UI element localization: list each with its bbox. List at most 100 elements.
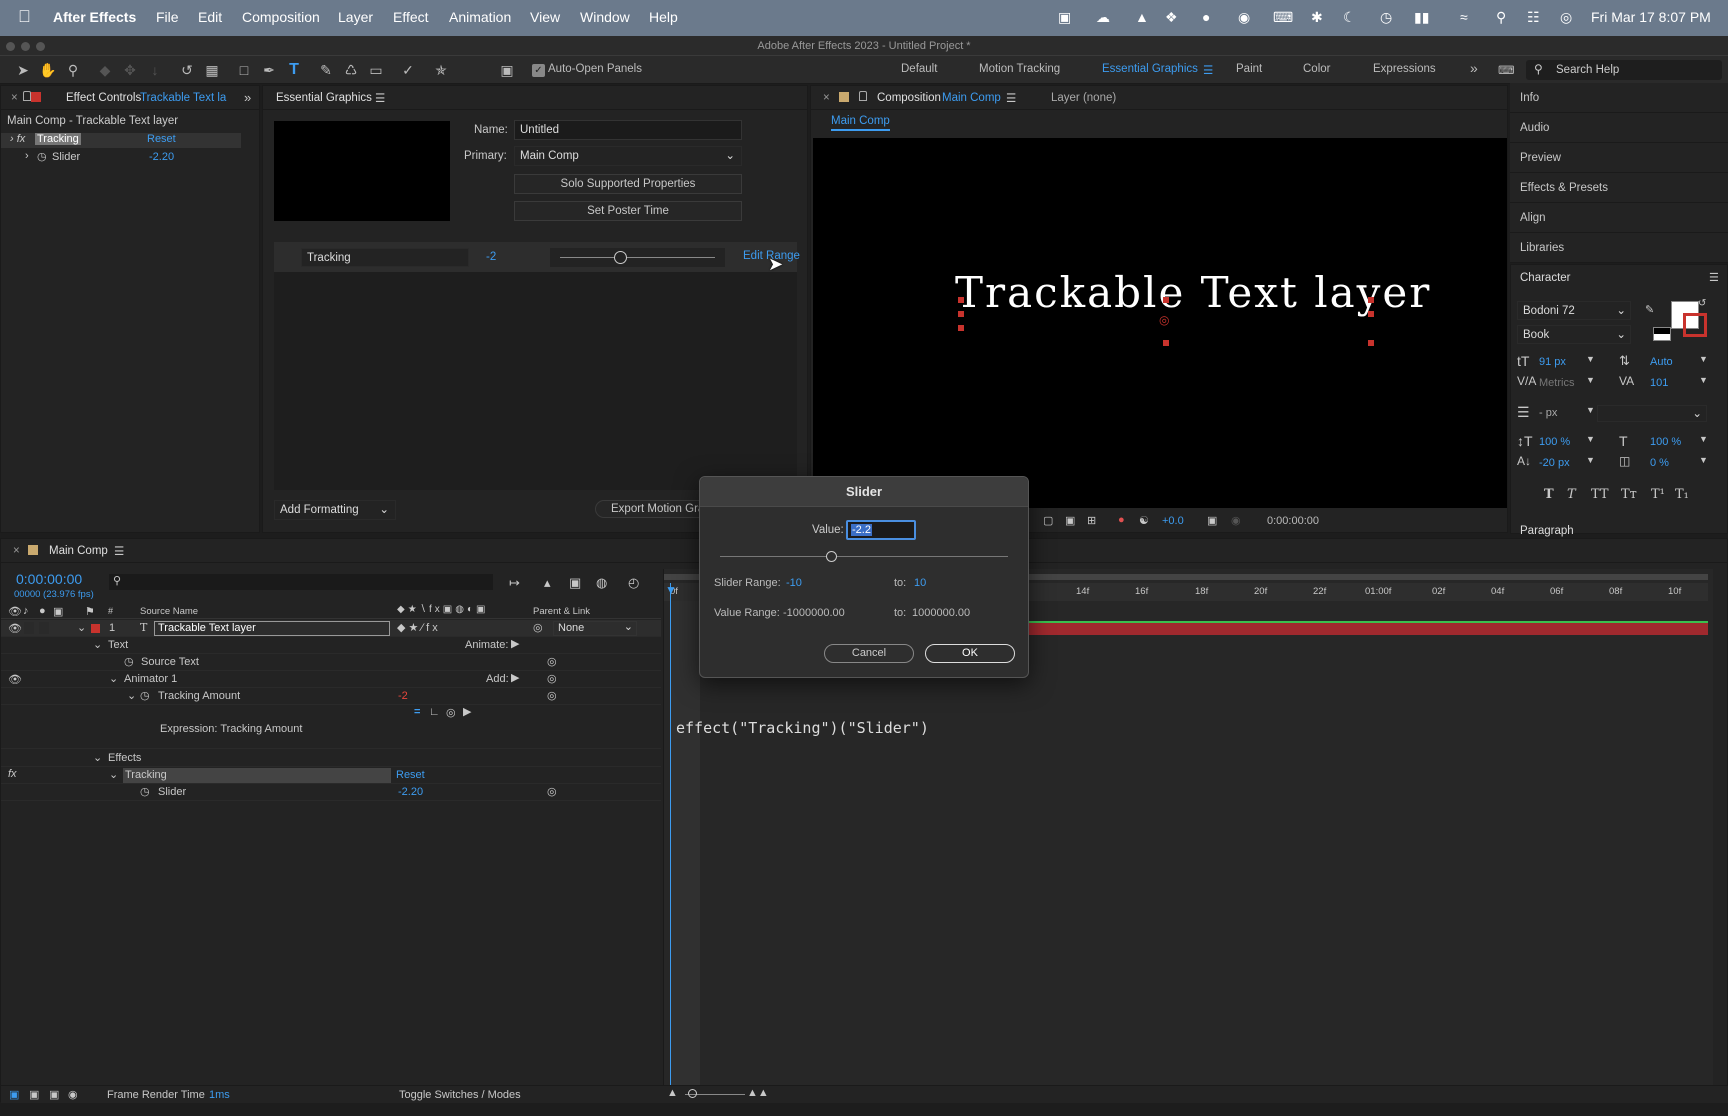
selection-tool-icon[interactable]: ➤ xyxy=(14,61,32,79)
dialog-slider-track[interactable] xyxy=(720,556,1008,557)
menu-effect[interactable]: Effect xyxy=(393,9,429,25)
workspace-expressions[interactable]: Expressions xyxy=(1373,63,1436,75)
window-zoom-button[interactable] xyxy=(36,42,45,51)
expand-collapse-icon[interactable]: ▣ xyxy=(29,1088,39,1101)
window-close-button[interactable] xyxy=(6,42,15,51)
workspace-color[interactable]: Color xyxy=(1303,63,1330,75)
audio-panel-tab[interactable]: Audio xyxy=(1510,113,1728,143)
fx-toggle-icon[interactable]: fx xyxy=(8,768,17,780)
grammarly-icon[interactable]: ◉ xyxy=(1238,9,1250,26)
menu-help[interactable]: Help xyxy=(649,9,678,25)
subscript-button[interactable]: T₁ xyxy=(1675,487,1689,502)
pan-tool-icon[interactable]: ✥ xyxy=(121,61,139,79)
export-motion-graphics-button[interactable]: Export Motion Gra xyxy=(595,500,715,518)
stopwatch-icon[interactable]: ◷ xyxy=(37,150,47,163)
expression-graph-icon[interactable]: ∟ xyxy=(429,706,440,718)
menu-edit[interactable]: Edit xyxy=(198,9,222,25)
expand-icon[interactable]: ⌄ xyxy=(109,768,118,781)
rectangle-tool-icon[interactable]: □ xyxy=(235,61,253,79)
window-minimize-button[interactable] xyxy=(21,42,30,51)
layer-name[interactable]: Trackable Text layer xyxy=(154,621,390,636)
effect-tracking-row[interactable]: fx ⌄ Tracking Reset xyxy=(1,767,661,784)
font-style-dropdown[interactable]: Book ⌄ xyxy=(1517,325,1631,344)
siri-icon[interactable]: ◎ xyxy=(1560,9,1572,26)
bounding-handle[interactable] xyxy=(1163,297,1169,303)
tracking-amount-row[interactable]: ⌄ ◷ Tracking Amount -2 ◎ xyxy=(1,688,661,705)
battery-icon[interactable]: ▮▮ xyxy=(1414,9,1429,26)
chevron-down-icon[interactable]: ▼ xyxy=(1699,455,1708,465)
motion-blur-icon[interactable]: ◴ xyxy=(628,575,639,591)
tracking-amount-value[interactable]: -2 xyxy=(398,690,408,702)
leading-value[interactable]: Auto xyxy=(1650,356,1673,368)
composition-tab[interactable]: Composition xyxy=(877,92,941,104)
workspace-default[interactable]: Default xyxy=(901,63,937,75)
panel-overflow-icon[interactable]: » xyxy=(244,90,251,105)
layer-row[interactable]: 👁︎ ⌄ 1 T Trackable Text layer ◆★∕fx ◎ No… xyxy=(1,620,661,637)
composition-menu-icon[interactable]: ☰ xyxy=(1006,91,1016,105)
workspace-motion-tracking[interactable]: Motion Tracking xyxy=(979,63,1060,75)
baseline-shift-value[interactable]: -20 px xyxy=(1539,457,1570,469)
color-channels-icon[interactable]: ● xyxy=(1118,514,1125,526)
expand-slider-icon[interactable]: › xyxy=(25,150,29,162)
chevron-down-icon[interactable]: ▼ xyxy=(1586,375,1595,385)
add-formatting-dropdown[interactable]: Add Formatting ⌄ xyxy=(274,500,396,520)
solo-supported-properties-button[interactable]: Solo Supported Properties xyxy=(514,174,742,194)
slider-value[interactable]: -2.20 xyxy=(398,786,423,798)
wifi-icon[interactable]: ≈ xyxy=(1460,9,1468,25)
animate-play-icon[interactable]: ▶ xyxy=(511,637,519,650)
expression-language-menu-icon[interactable]: ▶ xyxy=(463,705,471,718)
roto-brush-tool-icon[interactable]: ✓ xyxy=(399,61,417,79)
close-panel-icon[interactable]: × xyxy=(13,545,20,557)
vertical-scale-value[interactable]: 100 % xyxy=(1539,436,1570,448)
pen-tool-icon[interactable]: ✒ xyxy=(260,61,278,79)
source-text-row[interactable]: ◷ Source Text ◎ xyxy=(1,654,661,671)
dropbox-icon[interactable]: ❖ xyxy=(1165,9,1178,26)
zoom-out-icon[interactable]: ▲ xyxy=(667,1087,678,1099)
chevron-down-icon[interactable]: ▼ xyxy=(1586,455,1595,465)
expand-icon[interactable]: ⌄ xyxy=(109,672,118,685)
hand-tool-icon[interactable]: ✋ xyxy=(39,61,57,79)
menu-composition[interactable]: Composition xyxy=(242,9,320,25)
pickwhip-icon[interactable]: ◎ xyxy=(533,621,543,634)
brush-tool-icon[interactable]: ✎ xyxy=(317,61,335,79)
stopwatch-icon[interactable]: ◷ xyxy=(140,785,150,798)
stopwatch-icon[interactable]: ◷ xyxy=(140,689,150,702)
workspace-essential-graphics[interactable]: Essential Graphics xyxy=(1102,63,1198,75)
menu-window[interactable]: Window xyxy=(580,9,630,25)
graph-toggle-icon[interactable]: ▣ xyxy=(49,1088,59,1101)
control-center-icon[interactable]: ☷ xyxy=(1527,9,1540,26)
chevron-down-icon[interactable]: ▼ xyxy=(1586,405,1595,415)
workspace-menu-icon[interactable]: ☰ xyxy=(1203,63,1213,77)
menu-animation[interactable]: Animation xyxy=(449,9,511,25)
solo-toggle[interactable] xyxy=(39,622,49,634)
expression-code[interactable]: effect("Tracking")("Slider") xyxy=(676,719,929,737)
parent-dropdown[interactable]: None ⌄ xyxy=(553,621,637,636)
stroke-width-value[interactable]: - px xyxy=(1539,407,1557,419)
character-menu-icon[interactable]: ☰ xyxy=(1709,271,1719,284)
close-panel-icon[interactable]: × xyxy=(823,92,830,104)
menu-layer[interactable]: Layer xyxy=(338,9,373,25)
lock-icon[interactable] xyxy=(23,91,31,101)
composition-tab-name[interactable]: Main Comp xyxy=(942,92,1001,104)
time-machine-icon[interactable]: ◷ xyxy=(1380,9,1392,26)
apple-menu-icon[interactable]:  xyxy=(18,7,31,27)
type-tool-icon[interactable]: T xyxy=(285,61,303,79)
preview-text-layer[interactable]: Trackable Text layer xyxy=(955,268,1431,317)
menu-file[interactable]: File xyxy=(156,9,179,25)
dolly-tool-icon[interactable]: ↓ xyxy=(146,61,164,79)
expression-pickwhip-icon[interactable]: ◎ xyxy=(446,706,456,719)
stroke-style-dropdown[interactable]: ⌄ xyxy=(1597,405,1707,422)
small-caps-button[interactable]: Tт xyxy=(1621,487,1637,502)
effect-controls-tab[interactable]: Effect Controls xyxy=(66,92,141,104)
animator-row[interactable]: 👁︎ ⌄ Animator 1 Add: ▶ ◎ xyxy=(1,671,661,688)
playhead-handle[interactable]: ▼ xyxy=(665,583,677,597)
stopwatch-icon[interactable]: ◷ xyxy=(124,655,134,668)
timeline-tab[interactable]: Main Comp xyxy=(49,545,108,557)
comp-subtab[interactable]: Main Comp xyxy=(831,115,890,131)
pan-behind-tool-icon[interactable]: ▦ xyxy=(203,61,221,79)
show-snapshot-icon[interactable]: ◉ xyxy=(1231,514,1241,527)
property-name-field[interactable]: Tracking xyxy=(301,248,469,267)
more-workspaces-icon[interactable]: » xyxy=(1470,60,1478,76)
effect-controls-layer-tab[interactable]: Trackable Text la xyxy=(140,92,226,104)
snapshot-icon[interactable]: ▣ xyxy=(1207,514,1217,527)
